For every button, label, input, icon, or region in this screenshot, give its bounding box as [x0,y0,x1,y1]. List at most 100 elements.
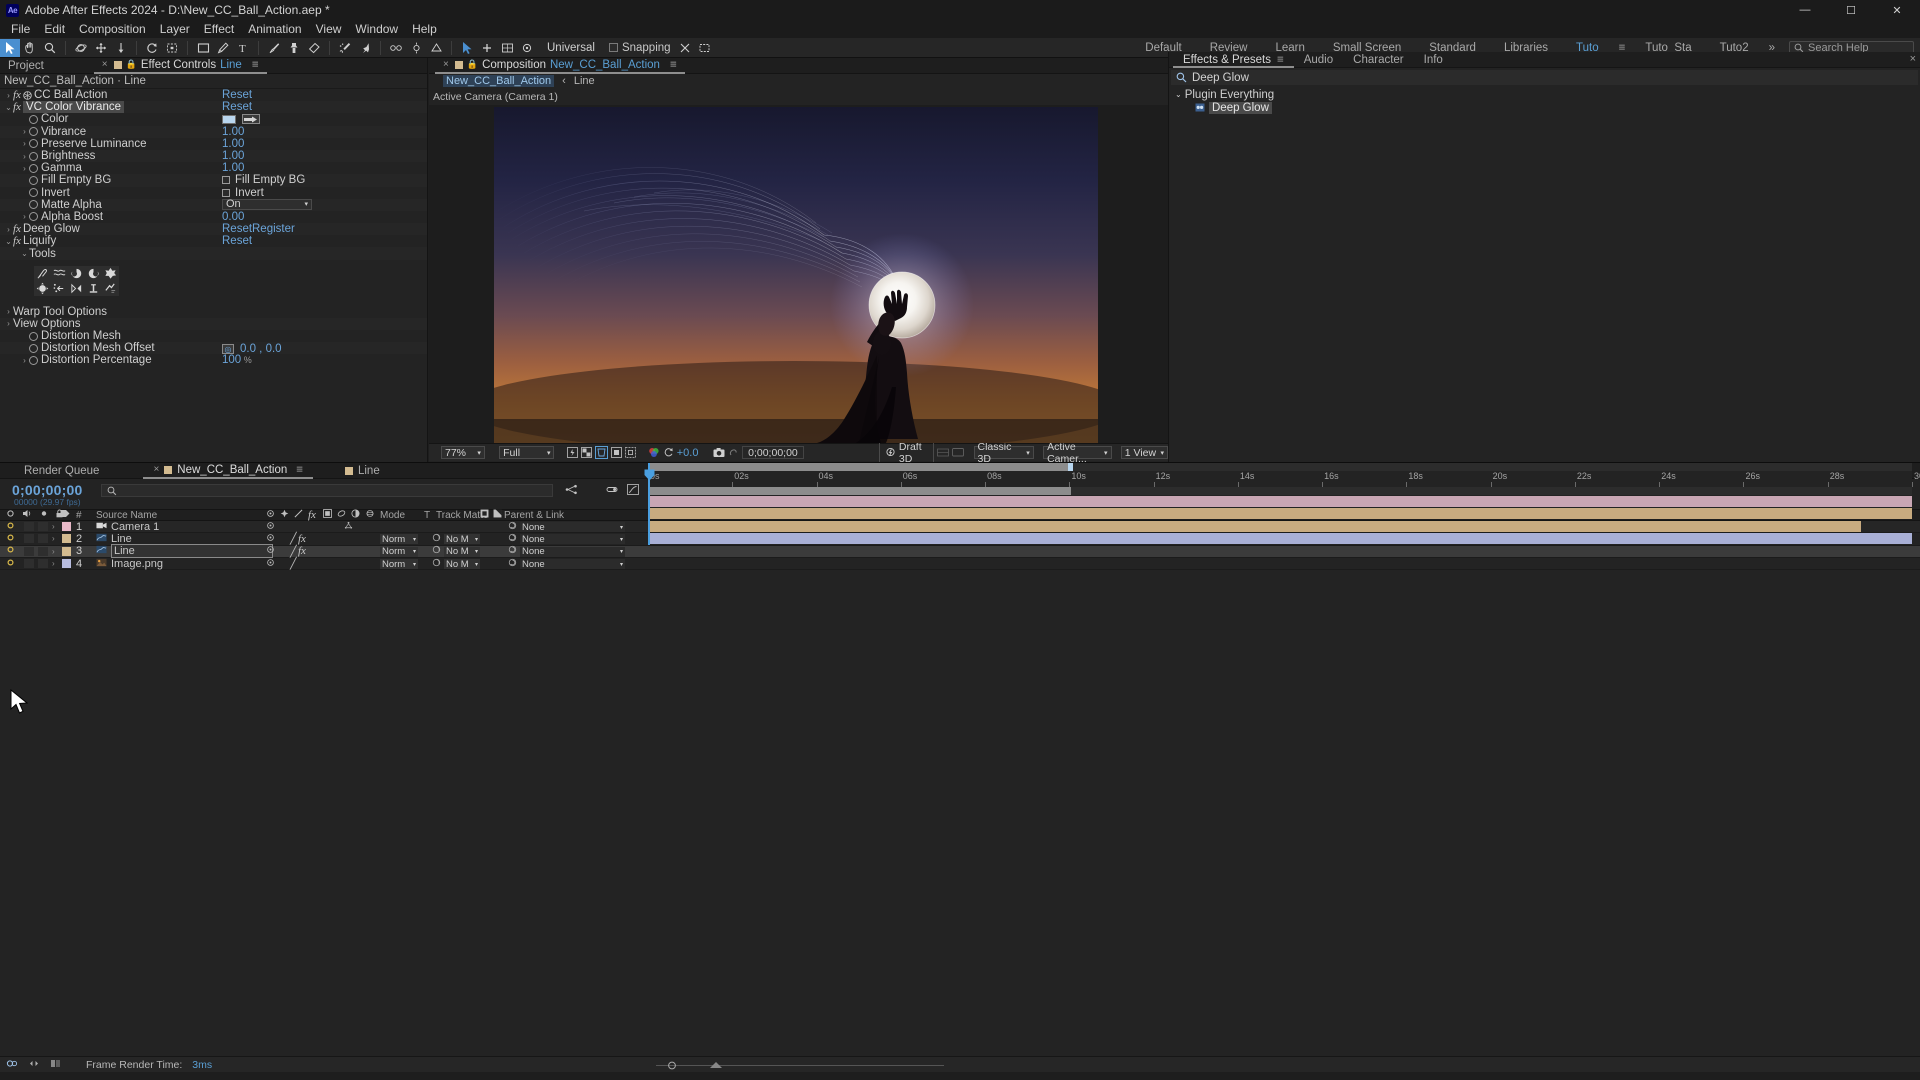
layer-source-cell[interactable]: Line [96,533,132,545]
effect-value[interactable]: 1.00 [222,138,244,150]
expand-layer-twirl[interactable]: › [52,559,55,568]
track-matte-select[interactable]: No M ▾ [444,559,480,570]
composition-mini-flowchart-icon[interactable] [565,484,578,498]
frame-blending-icon[interactable] [50,1058,62,1072]
layer-duration-bar[interactable] [648,520,1862,532]
effects-group-plugin-everything[interactable]: ⌄ Plugin Everything [1169,88,1920,101]
effect-value[interactable]: 1.00 [222,126,244,138]
expand-layer-twirl[interactable]: › [52,534,55,543]
region-of-interest-icon[interactable] [162,39,182,57]
shy-toggle[interactable] [266,521,275,533]
minimize-button[interactable]: — [1782,0,1828,20]
transparency-grid-icon[interactable] [581,446,592,459]
source-name-header[interactable]: Source Name [96,510,157,521]
layer-label-color[interactable] [62,534,71,544]
layer-source-cell[interactable]: Image.png [96,558,163,570]
effect-row-deep-glow[interactable]: › fx Deep Glow Reset Register [0,223,427,236]
stopwatch-icon[interactable] [29,200,38,210]
parent-pickwhip-icon[interactable] [508,545,517,557]
menu-item-composition[interactable]: Composition [72,20,153,38]
stopwatch-icon[interactable] [29,188,38,198]
nav-current-comp[interactable]: New_CC_Ball_Action [443,75,555,87]
dolly-tool-icon[interactable] [111,39,131,57]
effect-dropdown[interactable]: On ▾ [222,198,312,210]
effect-row-liquify[interactable]: ⌄ fx Liquify Reset [0,235,427,247]
shift-pixels-icon[interactable] [51,280,68,296]
effect-row-distortion-mesh[interactable]: Distortion Mesh [0,330,427,342]
video-visibility-toggle[interactable] [6,533,15,545]
layer-label-color[interactable] [62,559,71,569]
tab-close-icon[interactable]: × [153,464,159,475]
video-visibility-toggle[interactable] [6,558,15,570]
snapping-checkbox[interactable] [608,43,618,52]
effect-row-distortion-mesh-offset[interactable]: Distortion Mesh Offset ◎ 0.0 , 0.0 [0,342,427,355]
effects-search-field[interactable]: Deep Glow [1171,70,1918,85]
graph-editor-icon[interactable] [626,484,639,498]
position-picker-icon[interactable]: ◎ [222,344,234,355]
reset-link[interactable]: Reset [222,89,252,101]
solo-toggle[interactable] [38,559,48,569]
eraser-tool-icon[interactable] [304,39,324,57]
grid-icon[interactable] [497,39,517,57]
roto-brush-tool-icon[interactable] [335,39,355,57]
zoom-level-select[interactable]: 77% ▾ [441,446,485,459]
work-area-track[interactable] [648,463,1912,471]
orbit-tool-icon[interactable] [71,39,91,57]
snapping-magnet-icon[interactable] [675,39,695,57]
reflection-icon[interactable] [68,280,85,296]
reset-link[interactable]: Reset [222,101,252,113]
twirl-icon[interactable]: › [20,139,29,148]
track-matte-select[interactable]: No M ▾ [444,546,480,557]
effect-value[interactable]: 1.00 [222,150,244,162]
stopwatch-icon[interactable] [29,212,38,222]
tab-composition[interactable]: × 🔒 Composition New_CC_Ball_Action ≡ [435,58,685,74]
stopwatch-icon[interactable] [29,127,38,137]
clone-icon[interactable] [85,280,102,296]
grid-guides-icon[interactable] [625,446,636,459]
timeline-tab-new-cc-ball-action[interactable]: × New_CC_Ball_Action ≡ [143,463,313,479]
twirl-icon[interactable]: ⌄ [4,103,13,112]
work-area-end-handle[interactable] [1068,463,1074,471]
menu-item-layer[interactable]: Layer [153,20,197,38]
effect-checkbox[interactable] [222,188,230,197]
stopwatch-icon[interactable] [29,114,38,124]
fast-previews-icon[interactable] [567,446,578,459]
color-swatch[interactable] [222,114,236,124]
reconstruction-icon[interactable] [102,280,119,296]
effect-row-matte-alpha[interactable]: Matte Alpha On ▾ [0,198,427,211]
camera-3d-icon[interactable] [386,39,406,57]
right-panel-close-icon[interactable]: × [1910,53,1916,65]
tab-effect-controls[interactable]: × 🔒 Effect Controls Line ≡ [93,58,267,74]
snapping-toggle[interactable]: Snapping [605,42,675,54]
blend-mode-select[interactable]: Norm ▾ [380,559,418,570]
solo-toggle[interactable] [38,522,48,532]
t-header[interactable]: T [424,510,430,521]
video-visibility-toggle[interactable] [6,521,15,533]
panel-menu-icon[interactable]: ≡ [252,59,259,71]
time-ruler[interactable]: 0s 02s 04s 06s 08s 10s 12s 14s 16s 18s 20s 22s 24s 26… [648,471,1920,487]
layer-label-color[interactable] [62,546,71,556]
brush-tool-icon[interactable] [264,39,284,57]
shape-tool-icon[interactable] [193,39,213,57]
snapping-extent-icon[interactable] [695,39,715,57]
twirl-cw-icon[interactable] [68,265,85,281]
pan-behind-tool-icon[interactable] [91,39,111,57]
current-timecode[interactable]: 0;00;00;00 [0,482,83,498]
toggle-switches-icon[interactable] [28,1058,40,1072]
track-matte-select[interactable]: No M ▾ [444,534,480,545]
timeline-zoom-slider[interactable] [650,1061,950,1070]
comp-panel-menu-icon[interactable]: ≡ [670,59,677,71]
audio-toggle[interactable] [24,522,34,532]
blend-mode-select[interactable]: Norm ▾ [380,546,418,557]
effect-row-warp-tool-options[interactable]: › Warp Tool Options [0,306,427,318]
lock-icon[interactable]: 🔒 [126,59,137,70]
stopwatch-icon[interactable] [29,343,38,353]
clone-stamp-tool-icon[interactable] [284,39,304,57]
work-area-bar-lower[interactable] [648,487,1072,495]
menu-item-file[interactable]: File [4,20,37,38]
layer-fx-indicator[interactable]: fx [298,533,306,545]
pucker-icon[interactable] [102,265,119,281]
stopwatch-icon[interactable] [29,163,38,173]
shy-toggle[interactable] [266,533,275,545]
twirl-icon[interactable]: › [20,164,29,173]
